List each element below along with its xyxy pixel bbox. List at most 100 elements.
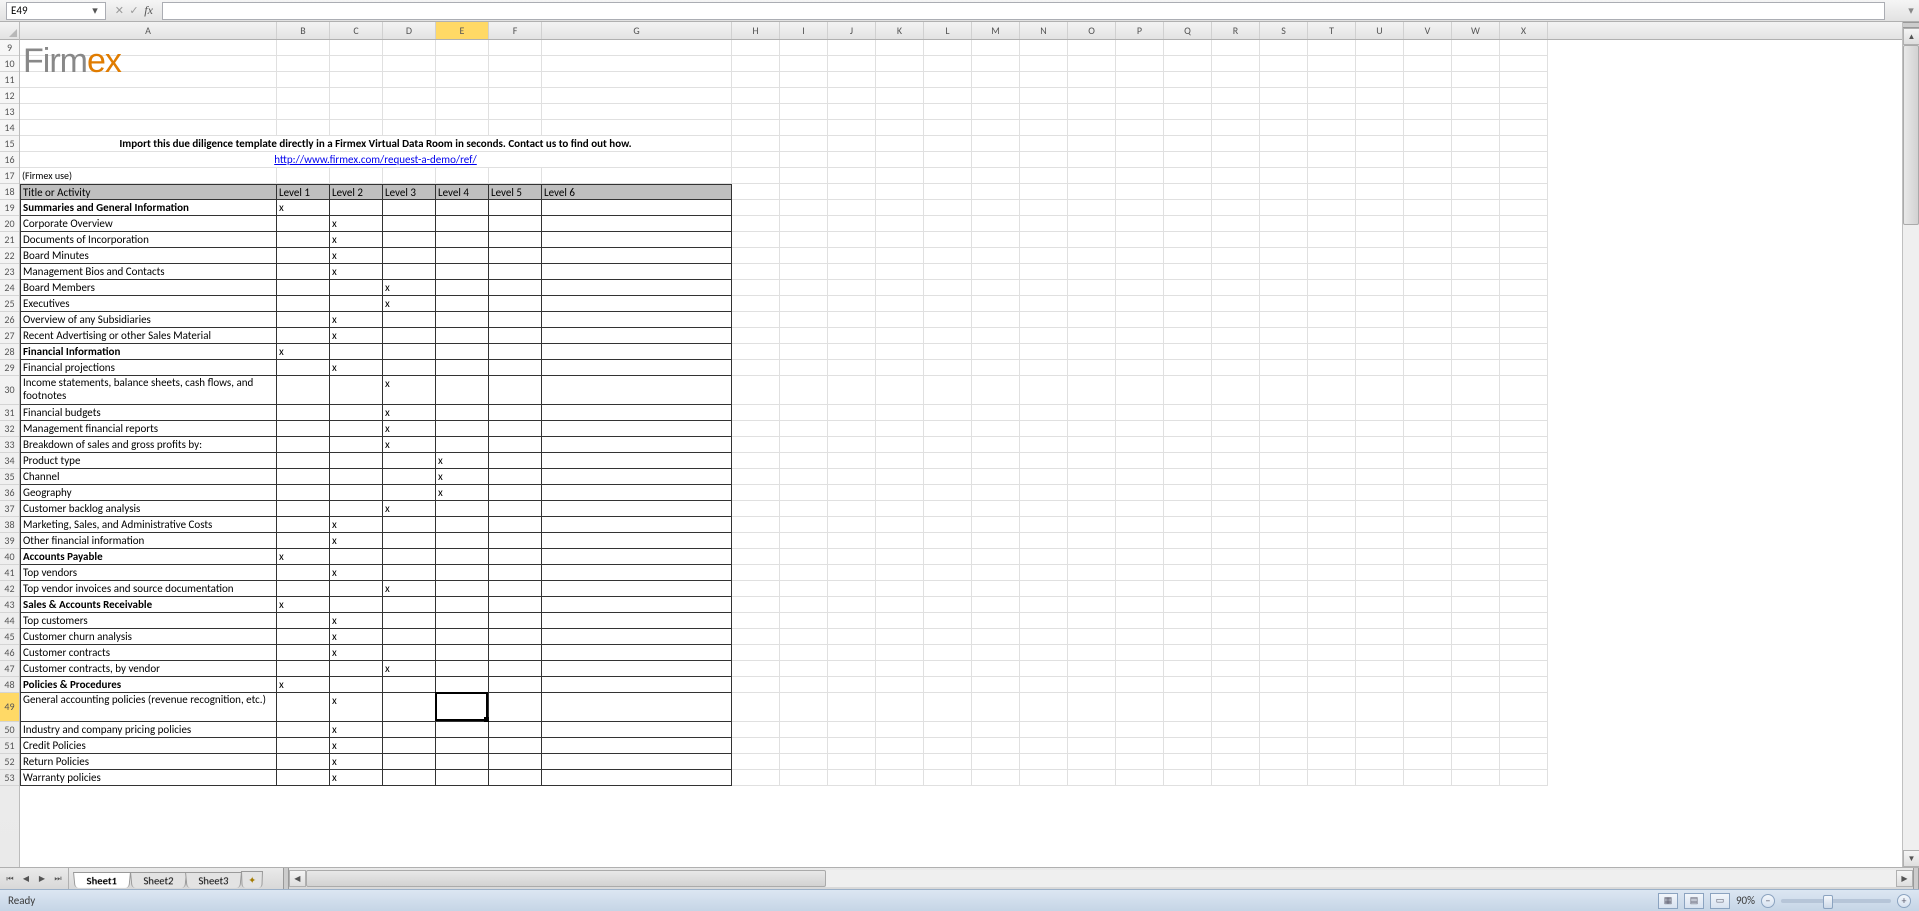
level-marker[interactable]: x (330, 533, 383, 549)
level-marker[interactable]: x (330, 216, 383, 232)
row-header-12[interactable]: 12 (0, 88, 19, 104)
level-marker[interactable]: x (330, 738, 383, 754)
table-row-title[interactable]: Recent Advertising or other Sales Materi… (20, 328, 277, 344)
table-row-title[interactable]: Geography (20, 485, 277, 501)
table-row-title[interactable]: Documents of Incorporation (20, 232, 277, 248)
level-marker[interactable]: x (383, 376, 436, 405)
level-marker[interactable]: x (383, 581, 436, 597)
row-header-49[interactable]: 49 (0, 693, 19, 722)
demo-link[interactable]: http://www.firmex.com/request-a-demo/ref… (20, 152, 732, 168)
row-header-50[interactable]: 50 (0, 722, 19, 738)
row-header-13[interactable]: 13 (0, 104, 19, 120)
table-row-title[interactable]: Summaries and General Information (20, 200, 277, 216)
sheet-last-icon[interactable]: ⏭ (50, 871, 66, 887)
row-header-35[interactable]: 35 (0, 469, 19, 485)
row-header-15[interactable]: 15 (0, 136, 19, 152)
table-row-title[interactable]: Sales & Accounts Receivable (20, 597, 277, 613)
column-header-T[interactable]: T (1308, 22, 1356, 39)
table-row-title[interactable]: Marketing, Sales, and Administrative Cos… (20, 517, 277, 533)
level-marker[interactable]: x (330, 232, 383, 248)
level-marker[interactable]: x (330, 754, 383, 770)
row-header-46[interactable]: 46 (0, 645, 19, 661)
row-header-29[interactable]: 29 (0, 360, 19, 376)
row-header-34[interactable]: 34 (0, 453, 19, 469)
row-header-22[interactable]: 22 (0, 248, 19, 264)
name-box[interactable]: E49 ▾ (6, 2, 106, 20)
zoom-in-icon[interactable]: + (1897, 894, 1911, 908)
row-header-45[interactable]: 45 (0, 629, 19, 645)
row-header-25[interactable]: 25 (0, 296, 19, 312)
row-header-37[interactable]: 37 (0, 501, 19, 517)
column-header-X[interactable]: X (1500, 22, 1548, 39)
column-header-H[interactable]: H (732, 22, 780, 39)
level-marker[interactable]: x (277, 200, 330, 216)
scroll-down-icon[interactable]: ▼ (1903, 850, 1919, 867)
level-marker[interactable]: x (330, 328, 383, 344)
row-header-33[interactable]: 33 (0, 437, 19, 453)
name-box-dropdown-icon[interactable]: ▾ (89, 4, 101, 18)
row-header-21[interactable]: 21 (0, 232, 19, 248)
column-header-D[interactable]: D (383, 22, 436, 39)
level-marker[interactable]: x (330, 312, 383, 328)
table-row-title[interactable]: Financial projections (20, 360, 277, 376)
column-header-V[interactable]: V (1404, 22, 1452, 39)
table-row-title[interactable]: Breakdown of sales and gross profits by: (20, 437, 277, 453)
import-text[interactable]: Import this due diligence template direc… (20, 136, 732, 152)
table-header[interactable]: Level 1 (277, 184, 330, 200)
level-marker[interactable]: x (277, 677, 330, 693)
table-row-title[interactable]: Corporate Overview (20, 216, 277, 232)
level-marker[interactable]: x (330, 264, 383, 280)
column-header-M[interactable]: M (972, 22, 1020, 39)
row-header-53[interactable]: 53 (0, 770, 19, 786)
row-header-24[interactable]: 24 (0, 280, 19, 296)
sheet-prev-icon[interactable]: ◀ (18, 871, 34, 887)
table-row-title[interactable]: Financial Information (20, 344, 277, 360)
level-marker[interactable]: x (277, 344, 330, 360)
zoom-slider[interactable] (1781, 899, 1891, 903)
level-marker[interactable]: x (330, 360, 383, 376)
table-row-title[interactable]: Accounts Payable (20, 549, 277, 565)
formula-bar-expand-icon[interactable]: ▾ (1903, 4, 1919, 17)
column-header-Q[interactable]: Q (1164, 22, 1212, 39)
level-marker[interactable]: x (277, 549, 330, 565)
column-header-B[interactable]: B (277, 22, 330, 39)
row-header-38[interactable]: 38 (0, 517, 19, 533)
column-header-F[interactable]: F (489, 22, 542, 39)
sheet-tab-1[interactable]: Sheet1 (73, 872, 131, 888)
horizontal-split-handle-right[interactable] (1913, 868, 1919, 889)
column-header-S[interactable]: S (1260, 22, 1308, 39)
level-marker[interactable]: x (383, 661, 436, 677)
level-marker[interactable]: x (436, 453, 489, 469)
table-row-title[interactable]: Overview of any Subsidiaries (20, 312, 277, 328)
level-marker[interactable]: x (330, 565, 383, 581)
level-marker[interactable]: x (330, 770, 383, 786)
row-header-18[interactable]: 18 (0, 184, 19, 200)
row-header-14[interactable]: 14 (0, 120, 19, 136)
scroll-up-icon[interactable]: ▲ (1903, 28, 1919, 45)
table-row-title[interactable]: Income statements, balance sheets, cash … (20, 376, 277, 405)
table-row-title[interactable]: Financial budgets (20, 405, 277, 421)
row-header-47[interactable]: 47 (0, 661, 19, 677)
table-row-title[interactable]: Product type (20, 453, 277, 469)
sheet-next-icon[interactable]: ▶ (34, 871, 50, 887)
table-row-title[interactable]: Top vendor invoices and source documenta… (20, 581, 277, 597)
table-row-title[interactable]: Policies & Procedures (20, 677, 277, 693)
column-header-L[interactable]: L (924, 22, 972, 39)
column-header-O[interactable]: O (1068, 22, 1116, 39)
table-row-title[interactable]: Channel (20, 469, 277, 485)
table-row-title[interactable]: Return Policies (20, 754, 277, 770)
level-marker[interactable]: x (330, 517, 383, 533)
row-header-52[interactable]: 52 (0, 754, 19, 770)
row-header-19[interactable]: 19 (0, 200, 19, 216)
level-marker[interactable]: x (277, 597, 330, 613)
table-row-title[interactable]: Credit Policies (20, 738, 277, 754)
level-marker[interactable]: x (383, 437, 436, 453)
select-all-corner[interactable] (0, 22, 19, 40)
table-row-title[interactable]: Executives (20, 296, 277, 312)
table-header[interactable]: Level 3 (383, 184, 436, 200)
level-marker[interactable]: x (330, 693, 383, 722)
level-marker[interactable]: x (383, 421, 436, 437)
level-marker[interactable]: x (383, 280, 436, 296)
row-header-11[interactable]: 11 (0, 72, 19, 88)
row-header-42[interactable]: 42 (0, 581, 19, 597)
